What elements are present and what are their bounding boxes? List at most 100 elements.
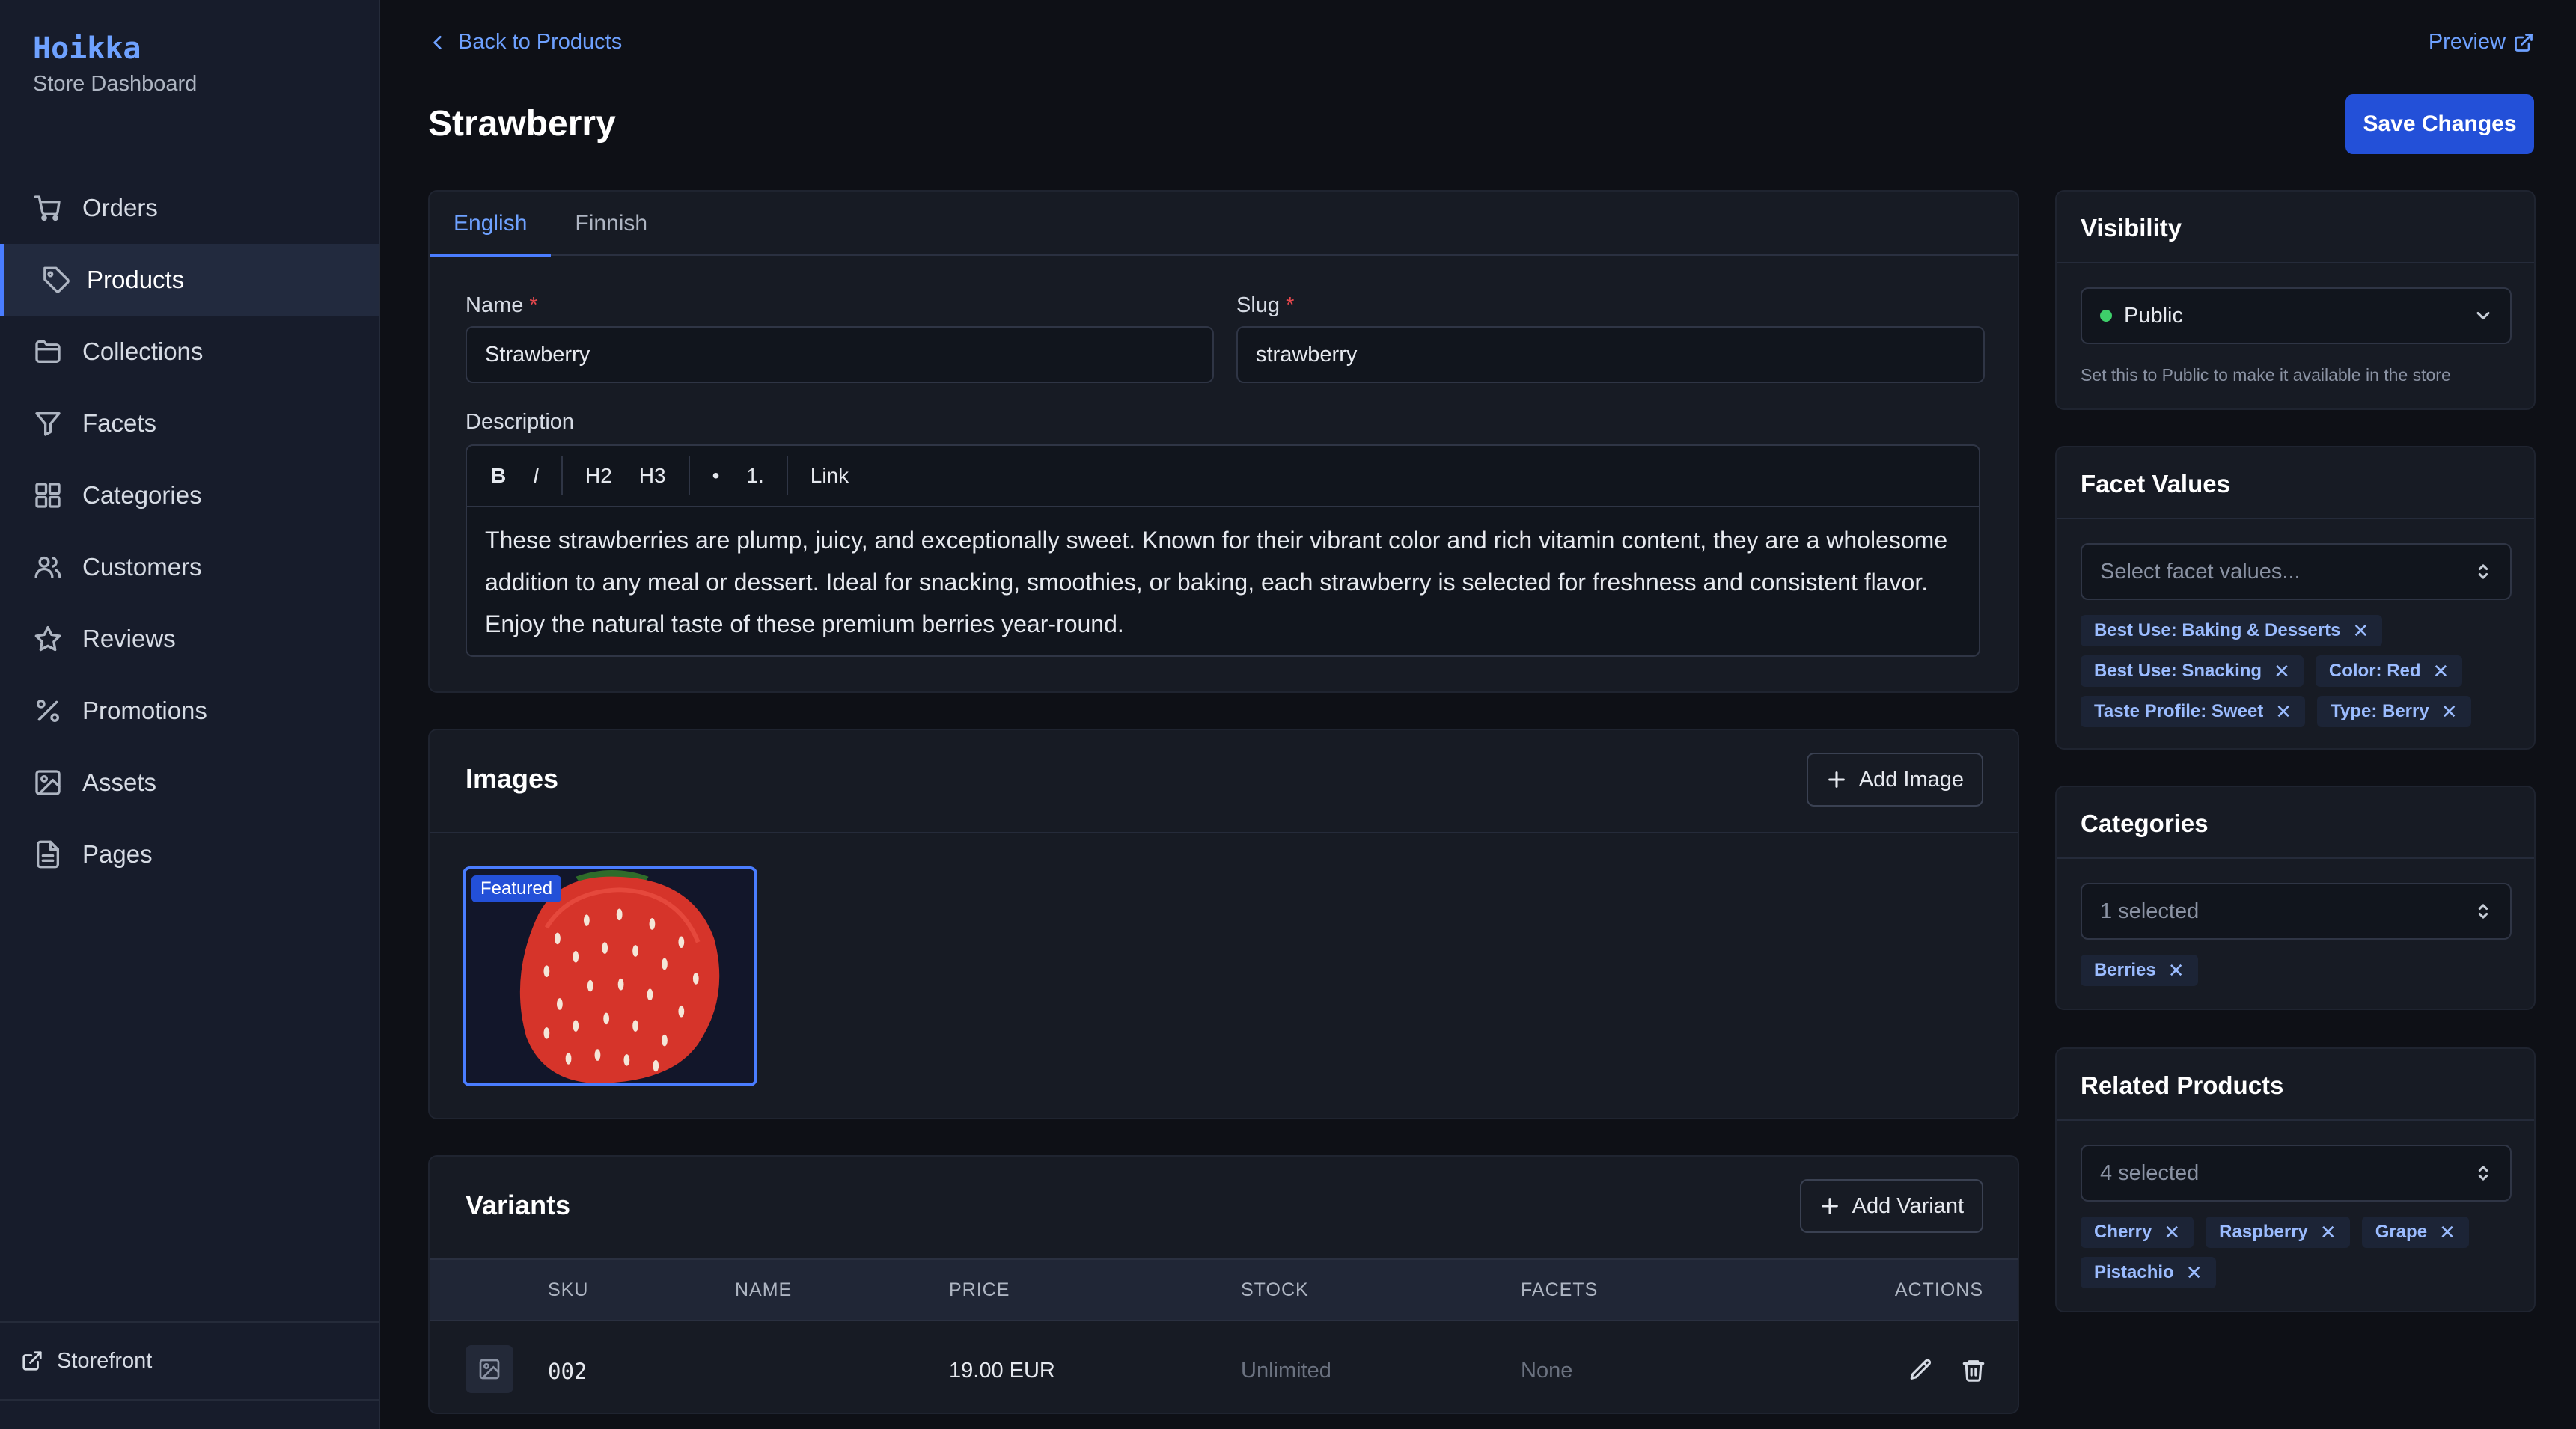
sidebar-item-facets[interactable]: Facets: [0, 388, 379, 459]
related-products-selected-count: 4 selected: [2100, 1160, 2200, 1185]
featured-badge: Featured: [471, 875, 562, 902]
brand-subtitle: Store Dashboard: [33, 72, 198, 96]
toolbar-divider: [688, 456, 690, 495]
back-to-products-link[interactable]: Back to Products: [428, 30, 622, 55]
name-field[interactable]: Strawberry: [466, 326, 1214, 383]
visibility-help: Set this to Public to make it available …: [2081, 365, 2451, 385]
categories-select[interactable]: 1 selected: [2081, 883, 2512, 940]
delete-variant-button[interactable]: [1961, 1357, 1986, 1383]
variants-title: Variants: [466, 1190, 571, 1220]
remove-chip-icon[interactable]: ✕: [2164, 1221, 2180, 1244]
visibility-select[interactable]: Public: [2081, 287, 2512, 344]
remove-chip-icon[interactable]: ✕: [2320, 1221, 2337, 1244]
brand: Hoikka Store Dashboard: [33, 31, 197, 97]
brand-name[interactable]: Hoikka: [33, 31, 197, 66]
chevron-up-down-icon: [2473, 561, 2494, 582]
add-variant-button[interactable]: Add Variant: [1799, 1179, 1983, 1233]
product-details-card: English Finnish Name * Strawberry Slug *…: [428, 190, 2019, 693]
image-icon: [33, 768, 63, 798]
related-products-title: Related Products: [2081, 1071, 2284, 1099]
remove-chip-icon[interactable]: ✕: [2352, 619, 2369, 643]
remove-chip-icon[interactable]: ✕: [2186, 1261, 2203, 1285]
toolbar-divider: [786, 456, 788, 495]
remove-chip-icon[interactable]: ✕: [2274, 660, 2290, 683]
preview-label: Preview: [2428, 30, 2506, 54]
variant-facets: None: [1521, 1359, 1573, 1383]
product-image-thumbnail[interactable]: Featured: [463, 866, 757, 1086]
card-divider: [2057, 262, 2534, 263]
sidebar-item-label: Reviews: [82, 625, 176, 652]
remove-chip-icon[interactable]: ✕: [2168, 959, 2185, 982]
related-products-card: Related Products 4 selected Cherry ✕ Rasp…: [2055, 1047, 2536, 1312]
facet-values-placeholder: Select facet values...: [2100, 559, 2301, 584]
sidebar-item-customers[interactable]: Customers: [0, 531, 379, 603]
chevron-up-down-icon: [2473, 901, 2494, 922]
name-label-text: Name: [466, 293, 524, 317]
bullet-list-button[interactable]: •: [699, 464, 733, 488]
chip-label: Color: Red: [2328, 661, 2421, 681]
remove-chip-icon[interactable]: ✕: [2275, 700, 2292, 723]
preview-link[interactable]: Preview: [2429, 30, 2534, 55]
related-product-chip: Cherry ✕: [2081, 1217, 2194, 1248]
edit-variant-button[interactable]: [1908, 1357, 1934, 1383]
filter-icon: [33, 408, 63, 438]
image-icon: [479, 1359, 500, 1380]
ordered-list-button[interactable]: 1.: [733, 464, 777, 488]
sidebar-item-reviews[interactable]: Reviews: [0, 603, 379, 675]
required-mark: *: [529, 293, 538, 317]
sidebar-item-categories[interactable]: Categories: [0, 459, 379, 531]
related-product-chip: Pistachio ✕: [2081, 1257, 2216, 1288]
slug-label: Slug *: [1236, 293, 1294, 318]
chip-label: Cherry: [2094, 1222, 2152, 1242]
bold-button[interactable]: B: [477, 464, 519, 488]
facet-values-card: Facet Values Select facet values... Best…: [2055, 446, 2536, 750]
h3-button[interactable]: H3: [626, 464, 680, 488]
remove-chip-icon[interactable]: ✕: [2433, 660, 2450, 683]
visibility-title: Visibility: [2081, 214, 2182, 242]
chip-label: Raspberry: [2219, 1222, 2308, 1242]
images-title: Images: [466, 763, 559, 794]
remove-chip-icon[interactable]: ✕: [2439, 1221, 2456, 1244]
column-header-price: PRICE: [949, 1279, 1010, 1300]
slug-field[interactable]: strawberry: [1236, 326, 1985, 383]
facet-value-chips: Best Use: Baking & Desserts ✕ Best Use: S…: [2081, 615, 2522, 727]
visibility-card: Visibility Public Set this to Public to …: [2055, 190, 2536, 410]
tab-finnish[interactable]: Finnish: [551, 192, 671, 256]
column-header-actions: ACTIONS: [1894, 1279, 1983, 1300]
sidebar-item-orders[interactable]: Orders: [0, 172, 379, 244]
sidebar-item-assets[interactable]: Assets: [0, 747, 379, 818]
sidebar-item-products[interactable]: Products: [0, 244, 379, 316]
sidebar-item-promotions[interactable]: Promotions: [0, 675, 379, 747]
storefront-link[interactable]: Storefront: [0, 1321, 379, 1401]
save-changes-button[interactable]: Save Changes: [2345, 94, 2534, 154]
sidebar-item-pages[interactable]: Pages: [0, 818, 379, 890]
sidebar: Hoikka Store Dashboard Orders Products C…: [0, 0, 380, 1429]
chip-label: Pistachio: [2094, 1262, 2174, 1282]
add-image-button[interactable]: Add Image: [1806, 753, 1983, 807]
facet-chip: Color: Red ✕: [2315, 655, 2463, 687]
italic-button[interactable]: I: [519, 464, 552, 488]
categories-card: Categories 1 selected Berries ✕: [2055, 786, 2536, 1010]
name-label: Name *: [466, 293, 538, 318]
facet-chip: Best Use: Snacking ✕: [2081, 655, 2304, 687]
h2-button[interactable]: H2: [572, 464, 626, 488]
slug-label-text: Slug: [1236, 293, 1281, 317]
cart-icon: [33, 193, 63, 223]
sidebar-item-label: Orders: [82, 194, 158, 221]
category-chips: Berries ✕: [2081, 955, 2522, 986]
related-products-select[interactable]: 4 selected: [2081, 1145, 2512, 1202]
tag-icon: [40, 265, 70, 295]
sidebar-item-label: Categories: [82, 481, 202, 509]
description-text[interactable]: These strawberries are plump, juicy, and…: [467, 507, 1979, 657]
sidebar-item-collections[interactable]: Collections: [0, 316, 379, 388]
link-button[interactable]: Link: [797, 464, 862, 488]
description-editor: B I H2 H3 • 1. Link These strawberries a…: [466, 444, 1980, 657]
chip-label: Best Use: Snacking: [2094, 661, 2262, 681]
chevron-left-icon: [433, 35, 442, 49]
chip-label: Grape: [2375, 1222, 2428, 1242]
back-label: Back to Products: [458, 30, 623, 54]
chip-label: Taste Profile: Sweet: [2094, 701, 2264, 721]
facet-values-select[interactable]: Select facet values...: [2081, 543, 2512, 600]
tab-english[interactable]: English: [430, 192, 552, 257]
remove-chip-icon[interactable]: ✕: [2441, 700, 2458, 723]
